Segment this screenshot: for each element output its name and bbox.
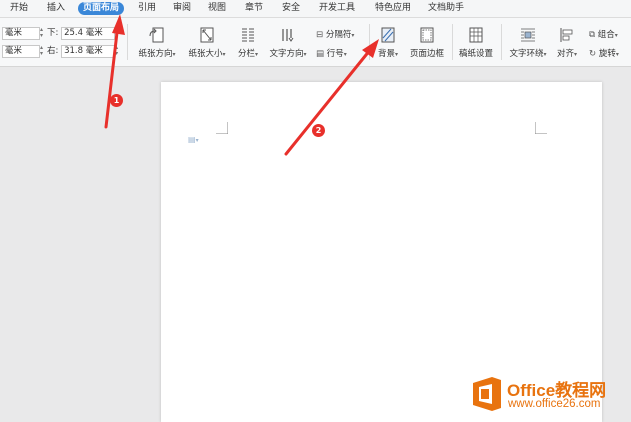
text-direction-icon <box>282 29 294 42</box>
chevron-down-icon: ▾ <box>343 51 347 58</box>
text-wrap-icon <box>521 28 535 42</box>
page-background-icon <box>381 27 395 43</box>
paper-size-icon <box>200 27 214 43</box>
tab-home[interactable]: 开始 <box>10 2 28 15</box>
columns-label: 分栏 <box>237 49 255 59</box>
line-numbers-button[interactable]: ▤ 行号▾ <box>316 47 347 59</box>
top-margin-field[interactable]: 毫米 ▴ ▾ <box>2 27 46 40</box>
annotation-badge-1: 1 <box>110 94 123 107</box>
text-direction-button[interactable]: 文字方向▾ <box>265 26 311 59</box>
rotate-label: 旋转 <box>598 49 616 59</box>
orientation-button[interactable]: 纸张方向▾ <box>133 26 181 59</box>
ribbon-toolbar: 毫米 ▴ ▾ 毫米 ▴ ▾ 下: 25.4 毫米 ▴ ▾ 右: 31.8 毫米 ▴ ▾ 纸张方向… <box>0 18 631 67</box>
tab-developer[interactable]: 开发工具 <box>319 2 355 15</box>
tab-chapter[interactable]: 章节 <box>245 2 263 15</box>
tab-review[interactable]: 审阅 <box>173 2 191 15</box>
spin-icon[interactable]: ▴ ▾ <box>40 45 46 57</box>
tab-special-apps[interactable]: 特色应用 <box>375 2 411 15</box>
top-margin-input[interactable]: 毫米 <box>2 27 40 40</box>
chevron-down-icon: ▾ <box>615 51 619 58</box>
bottom-margin-field[interactable]: 下: 25.4 毫米 ▴ ▾ <box>47 27 121 40</box>
margin-corner-top-right <box>535 122 547 134</box>
right-margin-field[interactable]: 右: 31.8 毫米 ▴ ▾ <box>47 45 121 58</box>
page-border-label: 页面边框 <box>409 49 444 59</box>
page-border-icon <box>420 27 434 43</box>
page-border-button[interactable]: 页面边框 <box>406 26 448 59</box>
text-direction-label: 文字方向 <box>269 49 304 59</box>
page-orientation-icon <box>149 27 164 43</box>
tab-security[interactable]: 安全 <box>282 2 300 15</box>
chevron-down-icon: ▾ <box>574 51 578 58</box>
watermark-url: www.office26.com <box>508 398 601 410</box>
tab-references[interactable]: 引用 <box>138 2 156 15</box>
margin-corner-top-left <box>216 122 228 134</box>
orientation-label: 纸张方向 <box>138 49 173 59</box>
left-margin-field[interactable]: 毫米 ▴ ▾ <box>2 45 46 58</box>
group-label: 组合 <box>597 30 615 40</box>
line-numbers-icon: ▤ <box>316 49 325 59</box>
text-wrap-button[interactable]: 文字环绕▾ <box>506 26 550 59</box>
tab-insert[interactable]: 插入 <box>47 2 65 15</box>
chevron-down-icon: ▾ <box>395 51 399 58</box>
paper-size-label: 纸张大小 <box>188 49 223 59</box>
separator-button[interactable]: ⊟ 分隔符▾ <box>316 28 354 40</box>
paste-options-icon[interactable]: ▤▾ <box>188 135 199 144</box>
chevron-down-icon: ▾ <box>614 32 618 39</box>
align-left-icon <box>560 28 573 42</box>
menu-bar: 开始 插入 页面布局 引用 审阅 视图 章节 安全 开发工具 特色应用 文档助手 <box>0 0 631 18</box>
background-button[interactable]: 背景▾ <box>372 26 404 59</box>
right-margin-input[interactable]: 31.8 毫米 <box>61 45 116 58</box>
left-margin-input[interactable]: 毫米 <box>2 45 40 58</box>
divider <box>501 24 502 60</box>
background-label: 背景 <box>377 49 395 59</box>
divider <box>127 24 128 60</box>
chevron-down-icon: ▾ <box>172 51 176 58</box>
tab-doc-assistant[interactable]: 文档助手 <box>428 2 464 15</box>
tab-page-layout[interactable]: 页面布局 <box>78 2 125 15</box>
spin-icon[interactable]: ▴ ▾ <box>40 27 46 39</box>
chevron-down-icon: ▾ <box>255 51 259 58</box>
office-logo-icon <box>473 377 501 411</box>
spin-icon[interactable]: ▴ ▾ <box>115 45 121 57</box>
group-button[interactable]: ⧉ 组合▾ <box>589 28 618 40</box>
text-wrap-label: 文字环绕 <box>509 49 544 59</box>
align-label: 对齐 <box>556 49 574 59</box>
tab-view[interactable]: 视图 <box>208 2 226 15</box>
align-button[interactable]: 对齐▾ <box>553 26 581 59</box>
watermark: Office教程网 www.office26.com <box>470 368 631 422</box>
divider <box>452 24 453 60</box>
bottom-margin-label: 下: <box>47 28 59 38</box>
bottom-margin-input[interactable]: 25.4 毫米 <box>61 27 116 40</box>
paper-size-button[interactable]: 纸张大小▾ <box>182 26 232 59</box>
separator-label: 分隔符 <box>325 30 352 40</box>
chevron-down-icon: ▾ <box>222 51 226 58</box>
chevron-down-icon: ▾ <box>303 51 307 58</box>
rotate-button[interactable]: ↻ 旋转▾ <box>589 47 619 59</box>
columns-button[interactable]: 分栏▾ <box>233 26 263 59</box>
spin-icon[interactable]: ▴ ▾ <box>115 27 121 39</box>
draft-settings-button[interactable]: 稿纸设置 <box>455 26 497 59</box>
page-break-icon: ⊟ <box>316 30 324 40</box>
divider <box>369 24 370 60</box>
draft-paper-icon <box>469 27 483 43</box>
draft-settings-label: 稿纸设置 <box>458 49 493 59</box>
chevron-down-icon: ▾ <box>351 32 355 39</box>
columns-icon <box>242 28 254 42</box>
chevron-down-icon: ▾ <box>543 51 547 58</box>
group-icon: ⧉ <box>589 30 596 40</box>
right-margin-label: 右: <box>47 46 59 56</box>
rotate-icon: ↻ <box>589 49 597 59</box>
annotation-badge-2: 2 <box>312 124 325 137</box>
line-numbers-label: 行号 <box>326 49 344 59</box>
